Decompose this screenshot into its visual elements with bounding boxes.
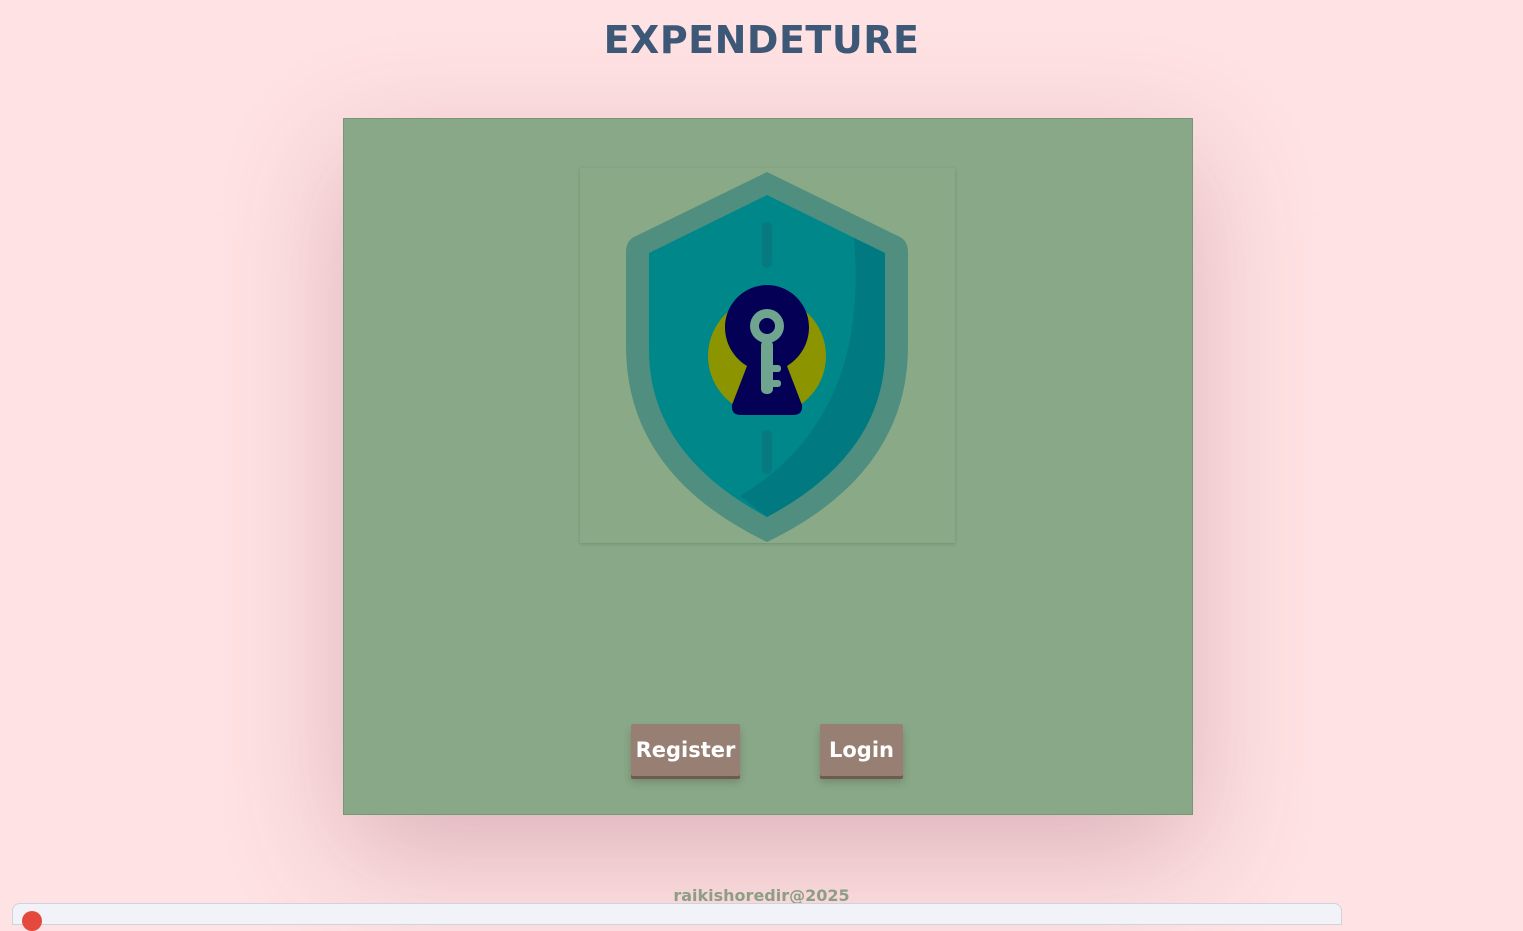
login-button[interactable]: Login bbox=[820, 724, 903, 776]
error-icon bbox=[22, 911, 42, 931]
page-title: EXPENDETURE bbox=[603, 18, 920, 62]
register-button[interactable]: Register bbox=[631, 724, 740, 776]
shield-keyhole-icon bbox=[626, 172, 908, 542]
download-bar bbox=[12, 903, 1342, 931]
auth-panel: Register Login bbox=[343, 118, 1193, 815]
logo-card bbox=[580, 168, 955, 543]
